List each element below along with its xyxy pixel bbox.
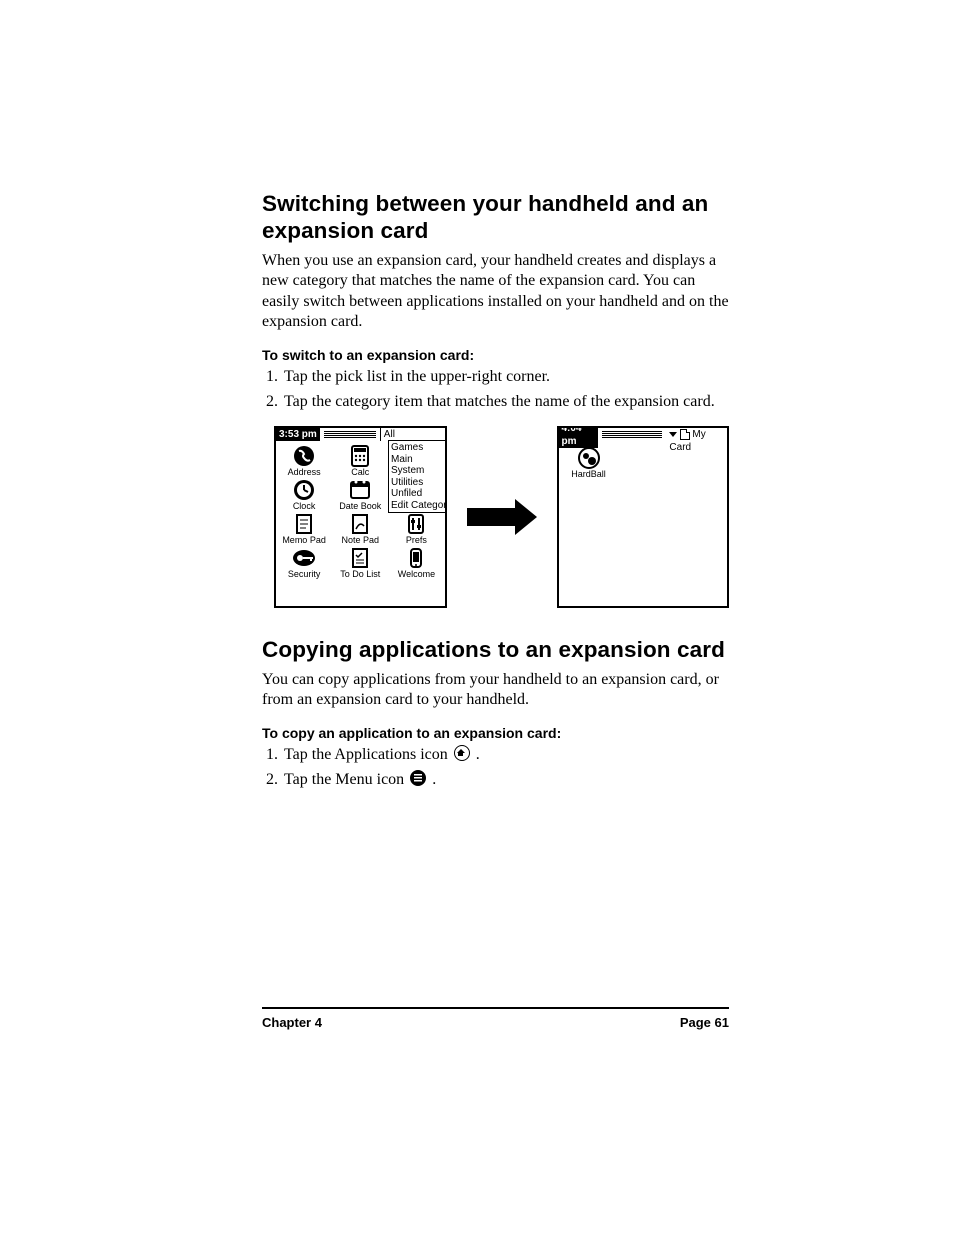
app-security[interactable]: Security [276,547,332,579]
app-label: Calc [332,467,388,477]
app-memopad[interactable]: Memo Pad [276,513,332,545]
app-label: Date Book [332,501,388,511]
page-number: Page 61 [680,1015,729,1030]
app-todo[interactable]: To Do List [332,547,388,579]
hardball-icon [577,447,601,469]
section-heading-copying: Copying applications to an expansion car… [262,636,729,663]
welcome-icon [404,547,428,569]
handheld-screen-right: 4:04 pm My Card HardBall [557,426,730,608]
step: Tap the Applications icon . [282,745,729,766]
dropdown-item[interactable]: System [391,465,447,477]
datebook-icon [348,479,372,501]
category-dropdown[interactable]: Games Main System Utilities Unfiled Edit… [388,440,447,513]
app-label: HardBall [567,469,611,479]
calc-icon [348,445,372,467]
section1-steps: Tap the pick list in the upper-right cor… [262,367,729,413]
app-label: Clock [276,501,332,511]
app-label: To Do List [332,569,388,579]
app-welcome[interactable]: Welcome [388,547,444,579]
notepad-icon [348,513,372,535]
arrow-icon [467,499,537,535]
menu-icon [410,770,426,786]
app-label: Address [276,467,332,477]
dropdown-item[interactable]: Games [391,442,447,454]
app-prefs[interactable]: Prefs [388,513,444,545]
prefs-icon [404,513,428,535]
titlebar-decor [324,431,376,439]
applications-icon [454,745,470,761]
app-address[interactable]: Address [276,445,332,477]
handheld-screen-left: 3:53 pm All Games Main System Utilities … [274,426,447,608]
phone-icon [292,445,316,467]
section-heading-switching: Switching between your handheld and an e… [262,190,729,245]
dropdown-item[interactable]: Edit Categories… [391,500,447,512]
titlebar-decor [602,431,662,439]
section2-steps: Tap the Applications icon . Tap the Menu… [262,745,729,791]
app-hardball[interactable]: HardBall [559,441,619,485]
app-label: Memo Pad [276,535,332,545]
memopad-icon [292,513,316,535]
section2-paragraph: You can copy applications from your hand… [262,670,729,711]
chevron-down-icon [669,432,677,437]
app-calc[interactable]: Calc [332,445,388,477]
app-datebook[interactable]: Date Book [332,479,388,511]
time-label: 4:04 pm [559,426,599,448]
step: Tap the Menu icon . [282,770,729,791]
app-label: Security [276,569,332,579]
todo-icon [348,547,372,569]
clock-icon [292,479,316,501]
section1-paragraph: When you use an expansion card, your han… [262,251,729,333]
category-picklist[interactable]: My Card [666,428,727,441]
section2-subheading: To copy an application to an expansion c… [262,725,729,741]
app-label: Note Pad [332,535,388,545]
chapter-label: Chapter 4 [262,1015,322,1030]
section1-subheading: To switch to an expansion card: [262,347,729,363]
dropdown-item[interactable]: Main [391,454,447,466]
dropdown-item[interactable]: Unfiled [391,488,447,500]
card-icon [680,429,690,440]
app-label: Welcome [388,569,444,579]
step: Tap the pick list in the upper-right cor… [282,367,729,388]
security-icon [292,547,316,569]
app-clock[interactable]: Clock [276,479,332,511]
time-label: 3:53 pm [276,428,320,441]
figure-row: 3:53 pm All Games Main System Utilities … [274,426,729,608]
step: Tap the category item that matches the n… [282,392,729,413]
app-notepad[interactable]: Note Pad [332,513,388,545]
dropdown-item[interactable]: Utilities [391,477,447,489]
app-label: Prefs [388,535,444,545]
page-footer: Chapter 4 Page 61 [262,1007,729,1030]
